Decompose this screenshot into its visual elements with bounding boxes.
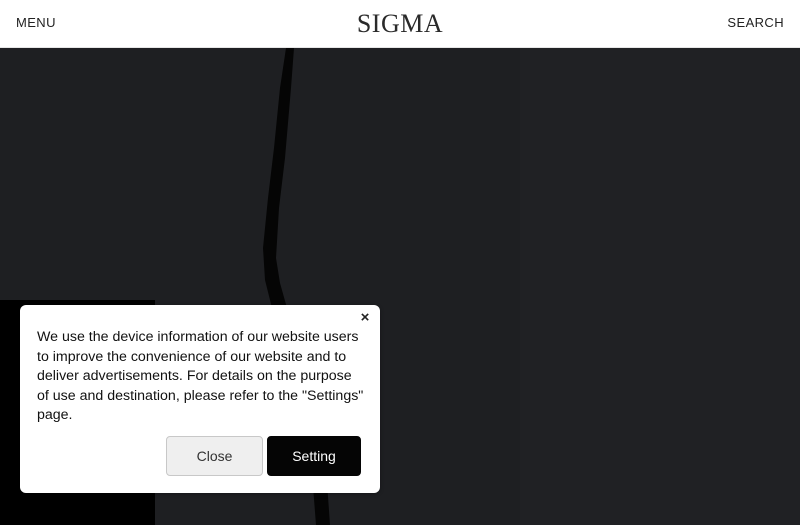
menu-button[interactable]: MENU [16, 15, 56, 30]
close-icon[interactable]: × [358, 310, 372, 326]
close-button[interactable]: Close [166, 436, 263, 476]
cookie-consent-dialog: × We use the device information of our w… [20, 305, 380, 493]
search-button[interactable]: SEARCH [727, 15, 784, 30]
site-header: MENU SIGMA SEARCH [0, 0, 800, 48]
setting-button[interactable]: Setting [267, 436, 361, 476]
sigma-logo[interactable]: SIGMA [0, 9, 800, 39]
cookie-message: We use the device information of our web… [37, 329, 364, 424]
